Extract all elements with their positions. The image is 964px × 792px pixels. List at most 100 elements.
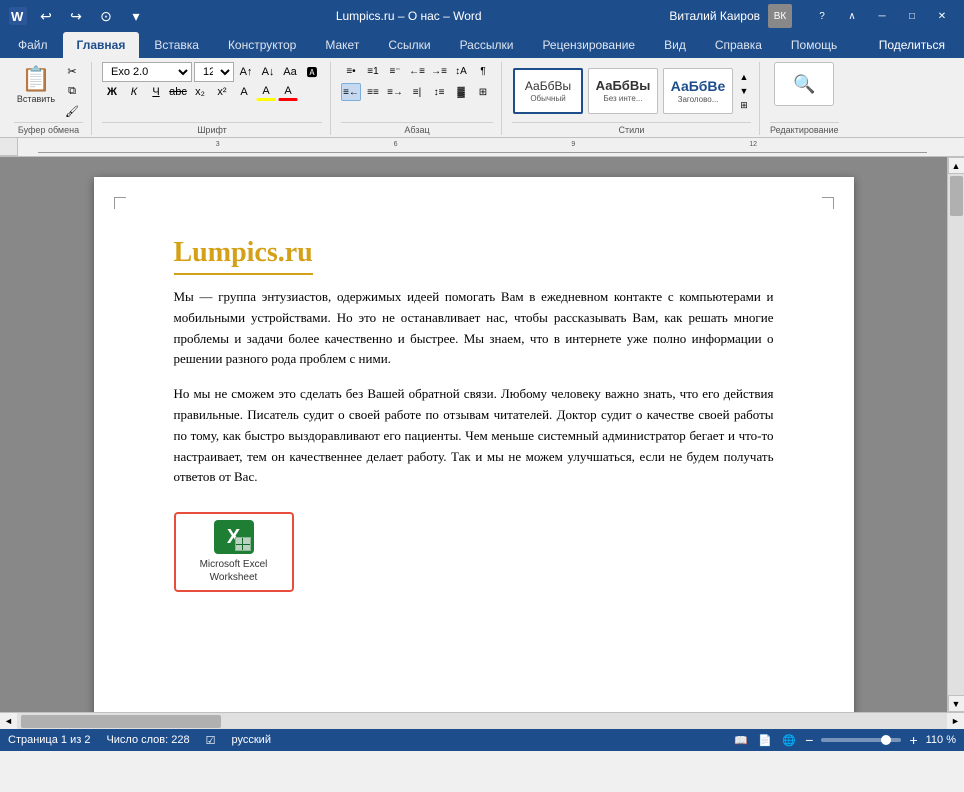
user-avatar[interactable]: ВК xyxy=(768,4,792,28)
close-button[interactable]: ✕ xyxy=(928,6,956,26)
zoom-slider[interactable] xyxy=(821,738,901,742)
align-center-button[interactable]: ≡≡ xyxy=(363,83,383,101)
paragraph-label: Абзац xyxy=(341,122,493,135)
font-label: Шрифт xyxy=(102,122,322,135)
font-color-button[interactable]: A xyxy=(278,83,298,101)
styles-scroll-up[interactable]: ▲ xyxy=(737,70,751,84)
increase-indent-button[interactable]: →≡ xyxy=(429,62,449,80)
redo-button[interactable]: ↪ xyxy=(64,4,88,28)
style-normal[interactable]: АаБбВы Обычный xyxy=(513,68,583,114)
tab-layout[interactable]: Макет xyxy=(311,32,373,58)
language-label[interactable]: русский xyxy=(232,734,271,747)
spell-check-icon[interactable]: ☑ xyxy=(206,734,216,747)
paste-button[interactable]: 📋 Вставить xyxy=(14,62,58,106)
tab-design[interactable]: Конструктор xyxy=(214,32,310,58)
highlight-color-button[interactable]: A xyxy=(256,83,276,101)
style-heading-preview: АаБбВе xyxy=(671,79,726,93)
tab-mailings[interactable]: Рассылки xyxy=(446,32,528,58)
word-logo-icon: W xyxy=(8,6,28,26)
scroll-track-v[interactable] xyxy=(948,174,964,695)
decrease-font-button[interactable]: A↓ xyxy=(258,63,278,81)
tab-insert[interactable]: Вставка xyxy=(140,32,213,58)
italic-button[interactable]: К xyxy=(124,83,144,101)
maximize-button[interactable]: □ xyxy=(898,6,926,26)
cut-button[interactable]: ✂ xyxy=(61,62,83,80)
underline-button[interactable]: Ч xyxy=(146,83,166,101)
styles-expand[interactable]: ⊞ xyxy=(737,98,751,112)
scroll-right-button[interactable]: ► xyxy=(947,713,964,730)
bullets-button[interactable]: ≡• xyxy=(341,62,361,80)
tab-review[interactable]: Рецензирование xyxy=(528,32,649,58)
title-bar-icons: W ↩ ↪ ⊙ ▾ xyxy=(8,4,148,28)
undo-button[interactable]: ↩ xyxy=(34,4,58,28)
horizontal-scrollbar[interactable]: ◄ ► xyxy=(0,712,964,729)
scroll-left-button[interactable]: ◄ xyxy=(0,713,17,730)
increase-font-button[interactable]: A↑ xyxy=(236,63,256,81)
excel-embedded-object[interactable]: X Microsoft ExcelWorksheet xyxy=(174,512,294,592)
tab-home[interactable]: Главная xyxy=(63,32,140,58)
scroll-up-button[interactable]: ▲ xyxy=(948,157,964,174)
copy-button[interactable]: ⧉ xyxy=(61,82,83,100)
change-case-button[interactable]: 🅰 xyxy=(302,63,322,81)
ruler-area: 3 6 9 12 xyxy=(0,138,964,157)
borders-button[interactable]: ⊞ xyxy=(473,83,493,101)
scroll-thumb-v[interactable] xyxy=(950,176,963,216)
ribbon-collapse-button[interactable]: ∧ xyxy=(838,6,866,26)
help-icon[interactable]: ? xyxy=(808,6,836,26)
web-layout-icon[interactable]: 🌐 xyxy=(781,732,797,748)
tab-references[interactable]: Ссылки xyxy=(374,32,444,58)
zoom-plus-button[interactable]: + xyxy=(909,732,917,748)
tab-help[interactable]: Справка xyxy=(701,32,776,58)
tab-assist[interactable]: Помощь xyxy=(777,32,851,58)
style-no-spacing[interactable]: АаБбВы Без инте... xyxy=(588,68,658,114)
scroll-thumb-h[interactable] xyxy=(21,715,221,728)
subscript-button[interactable]: x₂ xyxy=(190,83,210,101)
tab-file[interactable]: Файл xyxy=(4,32,62,58)
find-button[interactable]: 🔍 xyxy=(774,62,834,106)
strikethrough-button[interactable]: abc xyxy=(168,83,188,101)
excel-object-label: Microsoft ExcelWorksheet xyxy=(200,558,268,584)
ruler-v-stub xyxy=(947,138,964,156)
corner-mark-tl xyxy=(114,197,126,209)
format-painter-button[interactable]: 🖌 xyxy=(61,102,83,120)
share-button[interactable]: Поделиться xyxy=(865,32,959,58)
sort-button[interactable]: ↕A xyxy=(451,62,471,80)
styles-label: Стили xyxy=(512,122,751,135)
tab-view[interactable]: Вид xyxy=(650,32,700,58)
read-mode-icon[interactable]: 📖 xyxy=(733,732,749,748)
vertical-scrollbar[interactable]: ▲ ▼ xyxy=(947,157,964,712)
paste-icon: 📋 xyxy=(21,65,51,94)
multilevel-list-button[interactable]: ≡⁻ xyxy=(385,62,405,80)
zoom-level-label[interactable]: 110 % xyxy=(926,734,956,746)
justify-button[interactable]: ≡| xyxy=(407,83,427,101)
style-heading1[interactable]: АаБбВе Заголово... xyxy=(663,68,733,114)
show-marks-button[interactable]: ¶ xyxy=(473,62,493,80)
customize-qa-button[interactable]: ▾ xyxy=(124,4,148,28)
line-spacing-button[interactable]: ↕≡ xyxy=(429,83,449,101)
zoom-minus-button[interactable]: − xyxy=(805,732,813,748)
scroll-track-h[interactable] xyxy=(17,713,947,729)
document-body: Мы — группа энтузиастов, одержимых идеей… xyxy=(174,287,774,488)
align-right-button[interactable]: ≡→ xyxy=(385,83,405,101)
excel-icon: X xyxy=(214,520,254,554)
font-family-select[interactable]: Exo 2.0 xyxy=(102,62,192,82)
numbering-button[interactable]: ≡1 xyxy=(363,62,383,80)
clear-format-button[interactable]: Aa xyxy=(280,63,300,81)
autosave-icon[interactable]: ⊙ xyxy=(94,4,118,28)
print-layout-icon[interactable]: 📄 xyxy=(757,732,773,748)
decrease-indent-button[interactable]: ←≡ xyxy=(407,62,427,80)
align-left-button[interactable]: ≡← xyxy=(341,83,361,101)
scroll-down-button[interactable]: ▼ xyxy=(948,695,964,712)
text-effects-button[interactable]: A xyxy=(234,83,254,101)
styles-scroll-down[interactable]: ▼ xyxy=(737,84,751,98)
user-info: Виталий Каиров ВК ? ∧ ─ □ ✕ xyxy=(669,4,956,28)
document-heading: Lumpics.ru xyxy=(174,237,313,275)
superscript-button[interactable]: x² xyxy=(212,83,232,101)
bold-button[interactable]: Ж xyxy=(102,83,122,101)
minimize-button[interactable]: ─ xyxy=(868,6,896,26)
horizontal-ruler: 3 6 9 12 xyxy=(18,138,947,156)
style-normal-label: Обычный xyxy=(530,94,565,103)
shading-button[interactable]: ▓ xyxy=(451,83,471,101)
font-size-select[interactable]: 12 xyxy=(194,62,234,82)
paragraph-2: Но мы не сможем это сделать без Вашей об… xyxy=(174,384,774,488)
